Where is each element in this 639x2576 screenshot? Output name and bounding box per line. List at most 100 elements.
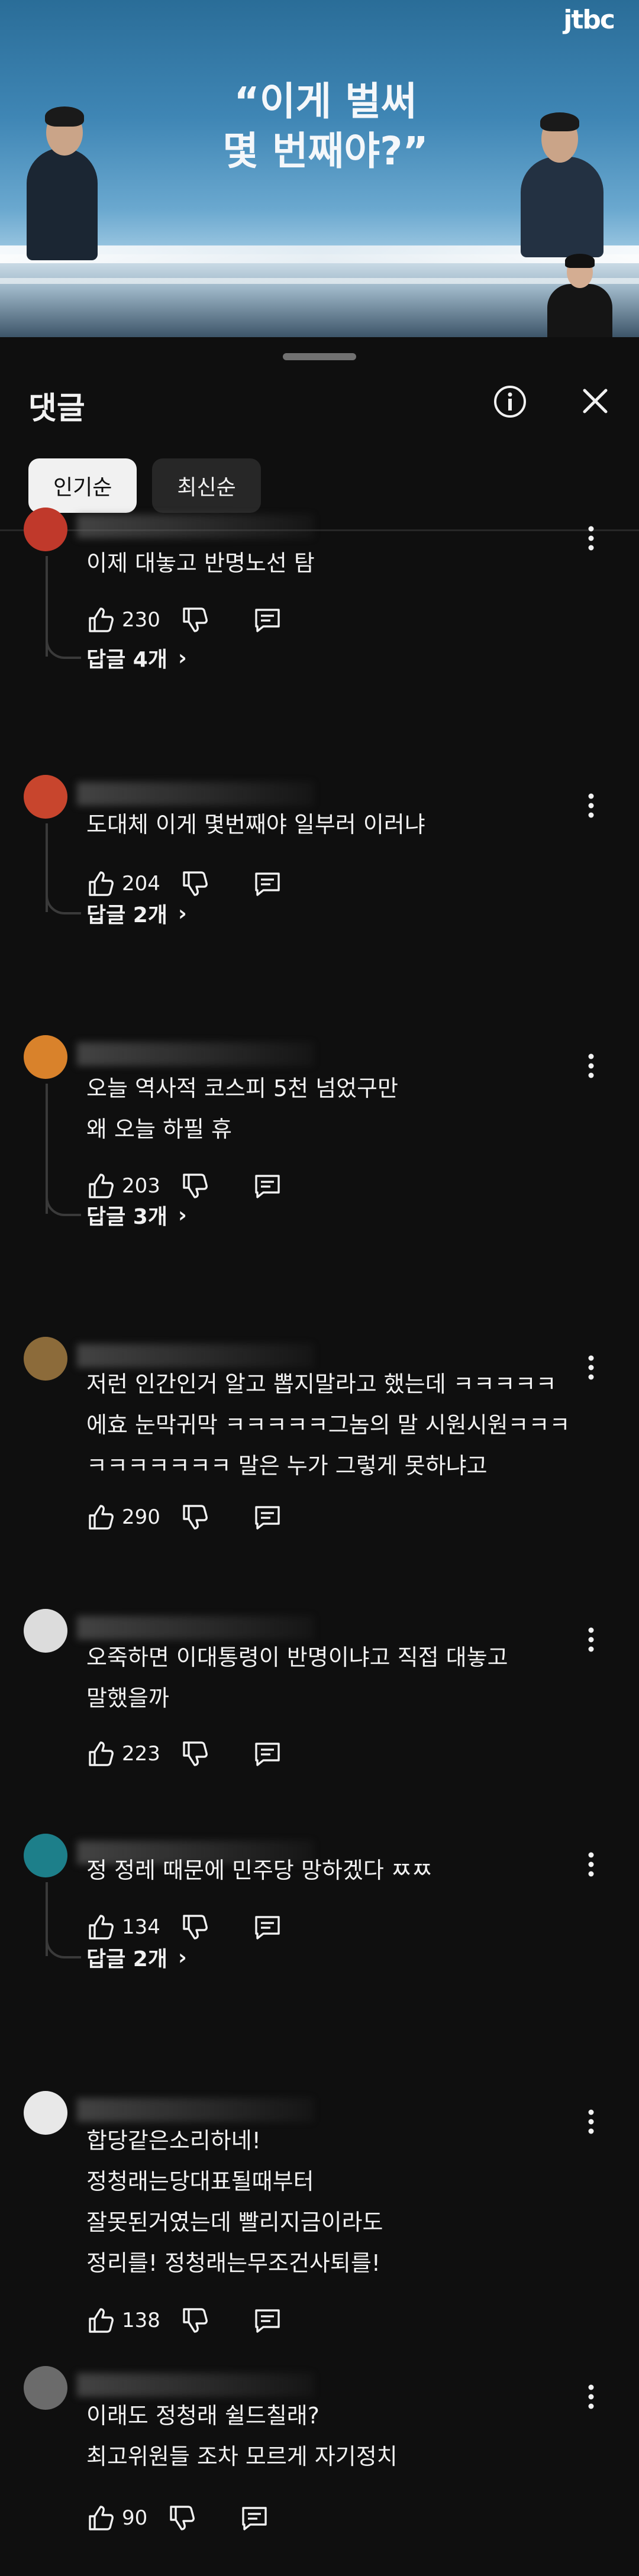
reply-button[interactable]	[253, 869, 282, 898]
avatar[interactable]	[24, 1337, 67, 1381]
chevron-right-icon: ›	[178, 901, 187, 926]
comment-text: 오죽하면 이대통령이 반명이냐고 직접 대놓고 말했을까	[86, 1644, 508, 1711]
reply-button[interactable]	[240, 2503, 269, 2533]
like-button[interactable]: 203	[86, 1171, 160, 1201]
chip-newest[interactable]: 최신순	[152, 458, 261, 513]
like-button[interactable]: 223	[86, 1739, 160, 1769]
like-button[interactable]: 230	[86, 605, 160, 635]
sort-chips: 인기순 최신순	[28, 458, 261, 513]
dislike-button[interactable]	[180, 1739, 210, 1769]
like-count: 230	[122, 608, 160, 632]
comment-reply-icon	[255, 609, 280, 632]
thread-branch	[46, 1931, 81, 1958]
channel-logo: jtbc	[563, 5, 615, 35]
thread-branch	[46, 632, 81, 659]
more-options-icon[interactable]	[582, 1622, 600, 1657]
comment-reply-icon	[242, 2507, 267, 2530]
thumbs-up-icon	[89, 2308, 114, 2333]
comment-actions: 230	[86, 602, 282, 638]
reply-button[interactable]	[253, 1502, 282, 1532]
view-replies-button[interactable]: 답글 4개 ›	[86, 642, 187, 673]
drag-handle[interactable]	[283, 353, 356, 360]
comment-author-meta	[77, 1042, 314, 1066]
avatar[interactable]	[24, 1035, 67, 1079]
thumbs-up-icon	[89, 871, 114, 896]
dislike-button[interactable]	[180, 1502, 210, 1532]
reply-button[interactable]	[253, 605, 282, 635]
thumbs-up-icon	[89, 1174, 114, 1198]
avatar[interactable]	[24, 2091, 67, 2135]
view-replies-button[interactable]: 답글 3개 ›	[86, 1200, 187, 1230]
video-player[interactable]: jtbc “이게 벌써 몇 번째야?”	[0, 0, 639, 337]
thread-branch	[46, 887, 81, 914]
thumbs-down-icon	[170, 2506, 195, 2530]
comment-actions: 290	[86, 1499, 282, 1535]
dislike-button[interactable]	[180, 605, 210, 635]
more-options-icon[interactable]	[582, 2379, 600, 2415]
ghost-lettering	[284, 302, 298, 337]
like-button[interactable]: 134	[86, 1912, 160, 1942]
thumbs-down-icon	[183, 871, 208, 896]
replies-label: 답글 3개	[86, 1205, 167, 1229]
dislike-button[interactable]	[180, 2306, 210, 2335]
view-replies-button[interactable]: 답글 2개 ›	[86, 898, 187, 929]
more-options-icon[interactable]	[582, 1048, 600, 1084]
thumbs-up-icon	[89, 2506, 114, 2530]
chevron-right-icon: ›	[178, 1203, 187, 1227]
more-options-icon[interactable]	[582, 788, 600, 823]
like-button[interactable]: 290	[86, 1502, 160, 1532]
dislike-button[interactable]	[180, 1171, 210, 1201]
like-count: 90	[122, 2506, 148, 2530]
like-button[interactable]: 138	[86, 2306, 160, 2335]
comment-reply-icon	[255, 1506, 280, 1530]
more-options-icon[interactable]	[582, 521, 600, 556]
comment-author-meta	[77, 2098, 314, 2122]
chevron-right-icon: ›	[178, 1945, 187, 1970]
like-count: 138	[122, 2309, 160, 2332]
comment-reply-icon	[255, 1175, 280, 1198]
thumbs-down-icon	[183, 1505, 208, 1530]
comment-author-meta	[77, 782, 314, 806]
avatar[interactable]	[24, 775, 67, 819]
reply-button[interactable]	[253, 1912, 282, 1942]
comment-reply-icon	[255, 2309, 280, 2333]
thumbs-down-icon	[183, 1915, 208, 1940]
comment-author-meta	[77, 1616, 314, 1640]
like-count: 134	[122, 1915, 160, 1939]
comment-text: 정 정레 때문에 민주당 망하겠다 ㅉㅉ	[86, 1857, 433, 1883]
comment-actions: 204	[86, 866, 282, 901]
like-button[interactable]: 90	[86, 2503, 147, 2533]
more-options-icon[interactable]	[582, 1847, 600, 1882]
sign-language-interpreter	[547, 251, 612, 337]
comment-reply-icon	[255, 1916, 280, 1940]
more-options-icon[interactable]	[582, 2104, 600, 2139]
comment-text: 이래도 정청래 쉴드칠래? 최고위원들 조차 모르게 자기정치	[86, 2403, 398, 2470]
avatar[interactable]	[24, 2366, 67, 2410]
avatar[interactable]	[24, 508, 67, 551]
reply-button[interactable]	[253, 1739, 282, 1769]
thumbs-up-icon	[89, 1505, 114, 1530]
reply-button[interactable]	[253, 2306, 282, 2335]
thumbs-down-icon	[183, 2308, 208, 2333]
avatar[interactable]	[24, 1609, 67, 1653]
reply-button[interactable]	[253, 1171, 282, 1201]
thread-branch	[46, 1189, 81, 1216]
chip-popular[interactable]: 인기순	[28, 458, 137, 513]
like-button[interactable]: 204	[86, 869, 160, 898]
replies-label: 답글 4개	[86, 648, 167, 672]
dislike-button[interactable]	[180, 869, 210, 898]
comment-author-meta	[77, 2373, 314, 2397]
dislike-button[interactable]	[167, 2503, 197, 2533]
dislike-button[interactable]	[180, 1912, 210, 1942]
comment-text: 도대체 이게 몇번째야 일부러 이러냐	[86, 812, 425, 838]
view-replies-button[interactable]: 답글 2개 ›	[86, 1942, 187, 1973]
quote-line-2: 몇 번째야?”	[222, 128, 428, 174]
comments-panel: 댓글 인기순 최신순 이제 대놓고 반명노선 탐 230 답글 4개 › 도대체…	[0, 337, 639, 2576]
more-options-icon[interactable]	[582, 1350, 600, 1385]
like-count: 204	[122, 872, 160, 896]
avatar[interactable]	[24, 1834, 67, 1877]
close-icon[interactable]	[580, 386, 611, 416]
comment-author-meta	[77, 515, 314, 538]
info-icon[interactable]	[493, 384, 527, 419]
panel-title: 댓글	[28, 391, 85, 426]
